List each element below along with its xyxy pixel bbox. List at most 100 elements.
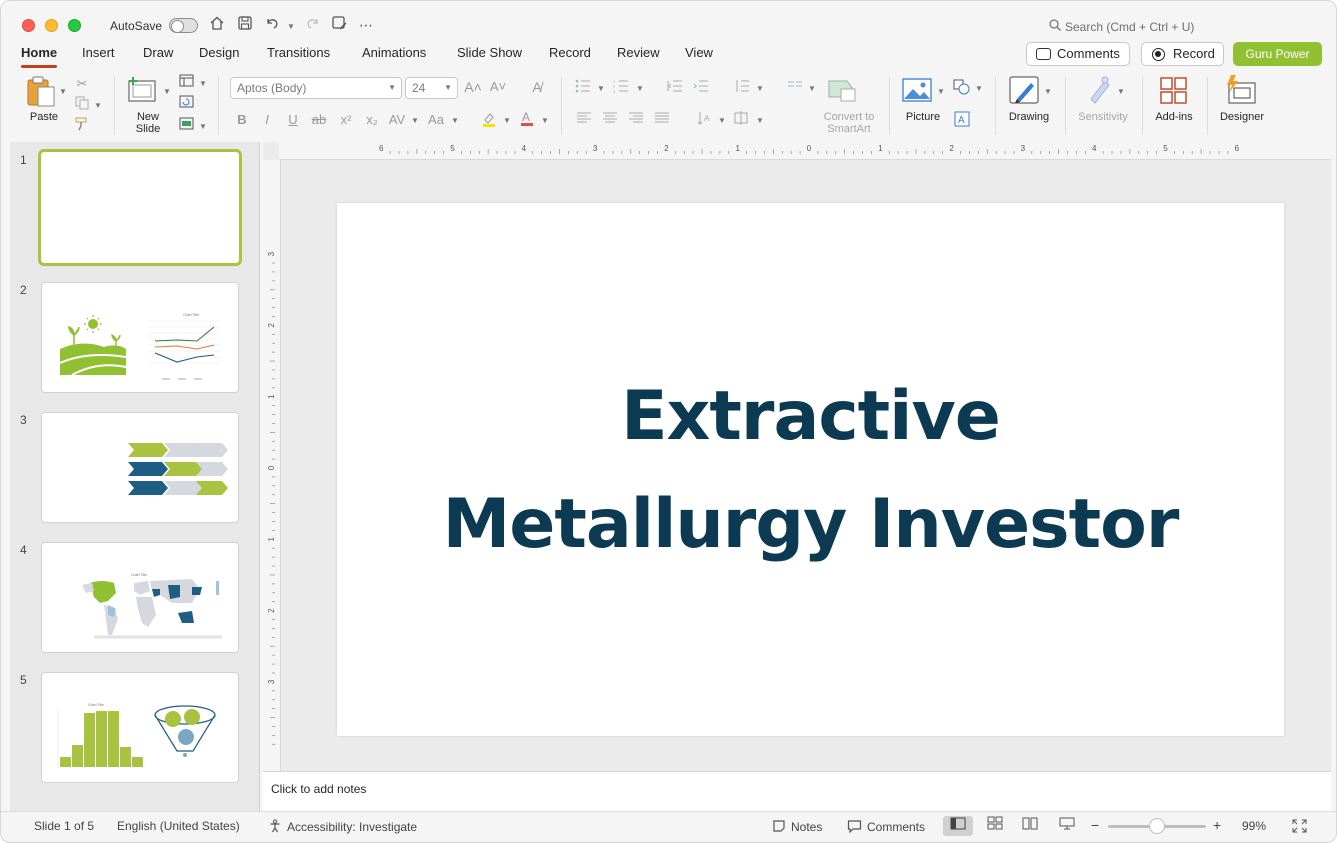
justify-icon[interactable] [653, 111, 671, 129]
sensitivity-dropdown-icon[interactable]: ▼ [1117, 87, 1125, 96]
undo-icon[interactable] [262, 15, 282, 35]
tab-design[interactable]: Design [199, 45, 239, 60]
section-icon[interactable] [177, 117, 195, 135]
align-right-icon[interactable] [627, 111, 645, 129]
align-text-icon[interactable] [732, 111, 750, 129]
subscript-icon[interactable]: x₂ [363, 111, 381, 129]
record-button[interactable]: Record [1141, 42, 1224, 66]
character-spacing-icon[interactable]: AV [388, 111, 406, 129]
tab-home[interactable]: Home [21, 45, 58, 68]
undo-dropdown-icon[interactable]: ▼ [287, 22, 295, 31]
picture-dropdown-icon[interactable]: ▼ [937, 87, 945, 96]
search-box[interactable]: Search (Cmd + Ctrl + U) [1049, 19, 1194, 34]
decrease-indent-icon[interactable] [666, 79, 684, 97]
italic-icon[interactable]: I [258, 111, 276, 129]
change-case-icon[interactable]: Aa [427, 111, 445, 129]
layout-icon[interactable] [177, 74, 195, 92]
section-dropdown-icon[interactable]: ▼ [199, 122, 207, 131]
zoom-in-button[interactable]: + [1213, 817, 1221, 833]
reading-view-button[interactable] [1015, 816, 1045, 836]
reset-icon[interactable] [177, 95, 195, 113]
tab-slide-show[interactable]: Slide Show [457, 45, 522, 60]
redo-icon[interactable] [303, 15, 323, 35]
designer-icon[interactable] [1225, 75, 1257, 108]
superscript-icon[interactable]: x² [337, 111, 355, 129]
slide-thumbnail-1[interactable] [38, 149, 242, 266]
paste-dropdown-icon[interactable]: ▼ [59, 87, 67, 96]
zoom-out-button[interactable]: − [1091, 817, 1099, 833]
underline-icon[interactable]: U [284, 111, 302, 129]
chevron-down-icon[interactable]: ▼ [756, 116, 764, 125]
cut-icon[interactable]: ✂ [73, 75, 91, 93]
normal-view-button[interactable] [943, 816, 973, 836]
new-slide-icon[interactable] [127, 75, 159, 106]
numbering-icon[interactable]: 123 [612, 79, 630, 97]
font-color-icon[interactable]: A [518, 110, 536, 128]
format-painter-icon[interactable] [73, 117, 91, 135]
notes-pane[interactable]: Click to add notes [263, 771, 1331, 811]
align-center-icon[interactable] [601, 111, 619, 129]
tab-insert[interactable]: Insert [82, 45, 115, 60]
tab-record[interactable]: Record [549, 45, 591, 60]
tab-draw[interactable]: Draw [143, 45, 173, 60]
shapes-icon[interactable] [953, 79, 971, 97]
slide-thumbnail-4[interactable]: Chart Title [41, 542, 239, 653]
slide-show-view-button[interactable] [1052, 816, 1082, 836]
comments-toggle[interactable]: Comments [847, 819, 925, 836]
notes-toggle[interactable]: Notes [772, 819, 822, 836]
line-spacing-icon[interactable] [733, 79, 751, 97]
slide-thumbnail-5[interactable]: Chart Title [41, 672, 239, 783]
tab-animations[interactable]: Animations [362, 45, 426, 60]
chevron-down-icon[interactable]: ▼ [597, 84, 605, 93]
chevron-down-icon[interactable]: ▼ [756, 84, 764, 93]
strikethrough-icon[interactable]: ab [310, 111, 328, 129]
font-name-combo[interactable]: Aptos (Body) ▼ [230, 77, 402, 99]
chevron-down-icon[interactable]: ▼ [808, 84, 816, 93]
slide-thumbnail-3[interactable] [41, 412, 239, 523]
chevron-down-icon[interactable]: ▼ [636, 84, 644, 93]
guru-power-button[interactable]: Guru Power [1233, 42, 1322, 66]
minimize-window-button[interactable] [45, 19, 58, 32]
home-icon[interactable] [207, 15, 227, 35]
chevron-down-icon[interactable]: ▼ [718, 116, 726, 125]
tab-review[interactable]: Review [617, 45, 660, 60]
chevron-down-icon[interactable]: ▼ [541, 116, 549, 125]
clear-formatting-icon[interactable]: A̸ [528, 78, 546, 96]
text-direction-icon[interactable]: A [696, 111, 714, 129]
paste-icon[interactable] [25, 75, 59, 112]
add-ins-icon[interactable] [1159, 76, 1189, 109]
shapes-dropdown-icon[interactable]: ▼ [975, 84, 983, 93]
slide-sorter-view-button[interactable] [980, 816, 1010, 836]
picture-icon[interactable] [902, 78, 932, 105]
layout-dropdown-icon[interactable]: ▼ [199, 79, 207, 88]
accessibility-status[interactable]: Accessibility: Investigate [269, 819, 417, 836]
copy-dropdown-icon[interactable]: ▼ [94, 101, 102, 110]
language-status[interactable]: English (United States) [117, 819, 240, 833]
zoom-level[interactable]: 99% [1242, 819, 1266, 833]
decrease-font-icon[interactable]: A˅ [489, 78, 507, 96]
tab-view[interactable]: View [685, 45, 713, 60]
save-as-icon[interactable] [329, 15, 349, 35]
chevron-down-icon[interactable]: ▼ [503, 116, 511, 125]
drawing-icon[interactable] [1009, 75, 1041, 110]
more-icon[interactable]: ⋯ [356, 15, 376, 35]
text-box-icon[interactable]: A [953, 111, 971, 129]
align-left-icon[interactable] [575, 111, 593, 129]
highlight-icon[interactable] [480, 111, 498, 129]
zoom-window-button[interactable] [68, 19, 81, 32]
columns-icon[interactable] [786, 79, 804, 97]
font-size-combo[interactable]: 24 ▼ [405, 77, 458, 99]
sensitivity-icon[interactable] [1087, 75, 1113, 108]
tab-transitions[interactable]: Transitions [267, 45, 330, 60]
save-icon[interactable] [235, 15, 255, 35]
bold-icon[interactable]: B [233, 111, 251, 129]
slide-canvas[interactable]: Extractive Metallurgy Investor [337, 203, 1284, 736]
comments-button[interactable]: Comments [1026, 42, 1130, 66]
drawing-dropdown-icon[interactable]: ▼ [1044, 87, 1052, 96]
chevron-down-icon[interactable]: ▼ [411, 116, 419, 125]
zoom-slider-handle[interactable] [1149, 818, 1165, 834]
autosave-toggle[interactable] [169, 18, 198, 33]
convert-smartart-icon[interactable] [827, 79, 857, 106]
fit-to-window-icon[interactable] [1292, 819, 1307, 836]
slide-thumbnail-2[interactable]: Chart Title [41, 282, 239, 393]
